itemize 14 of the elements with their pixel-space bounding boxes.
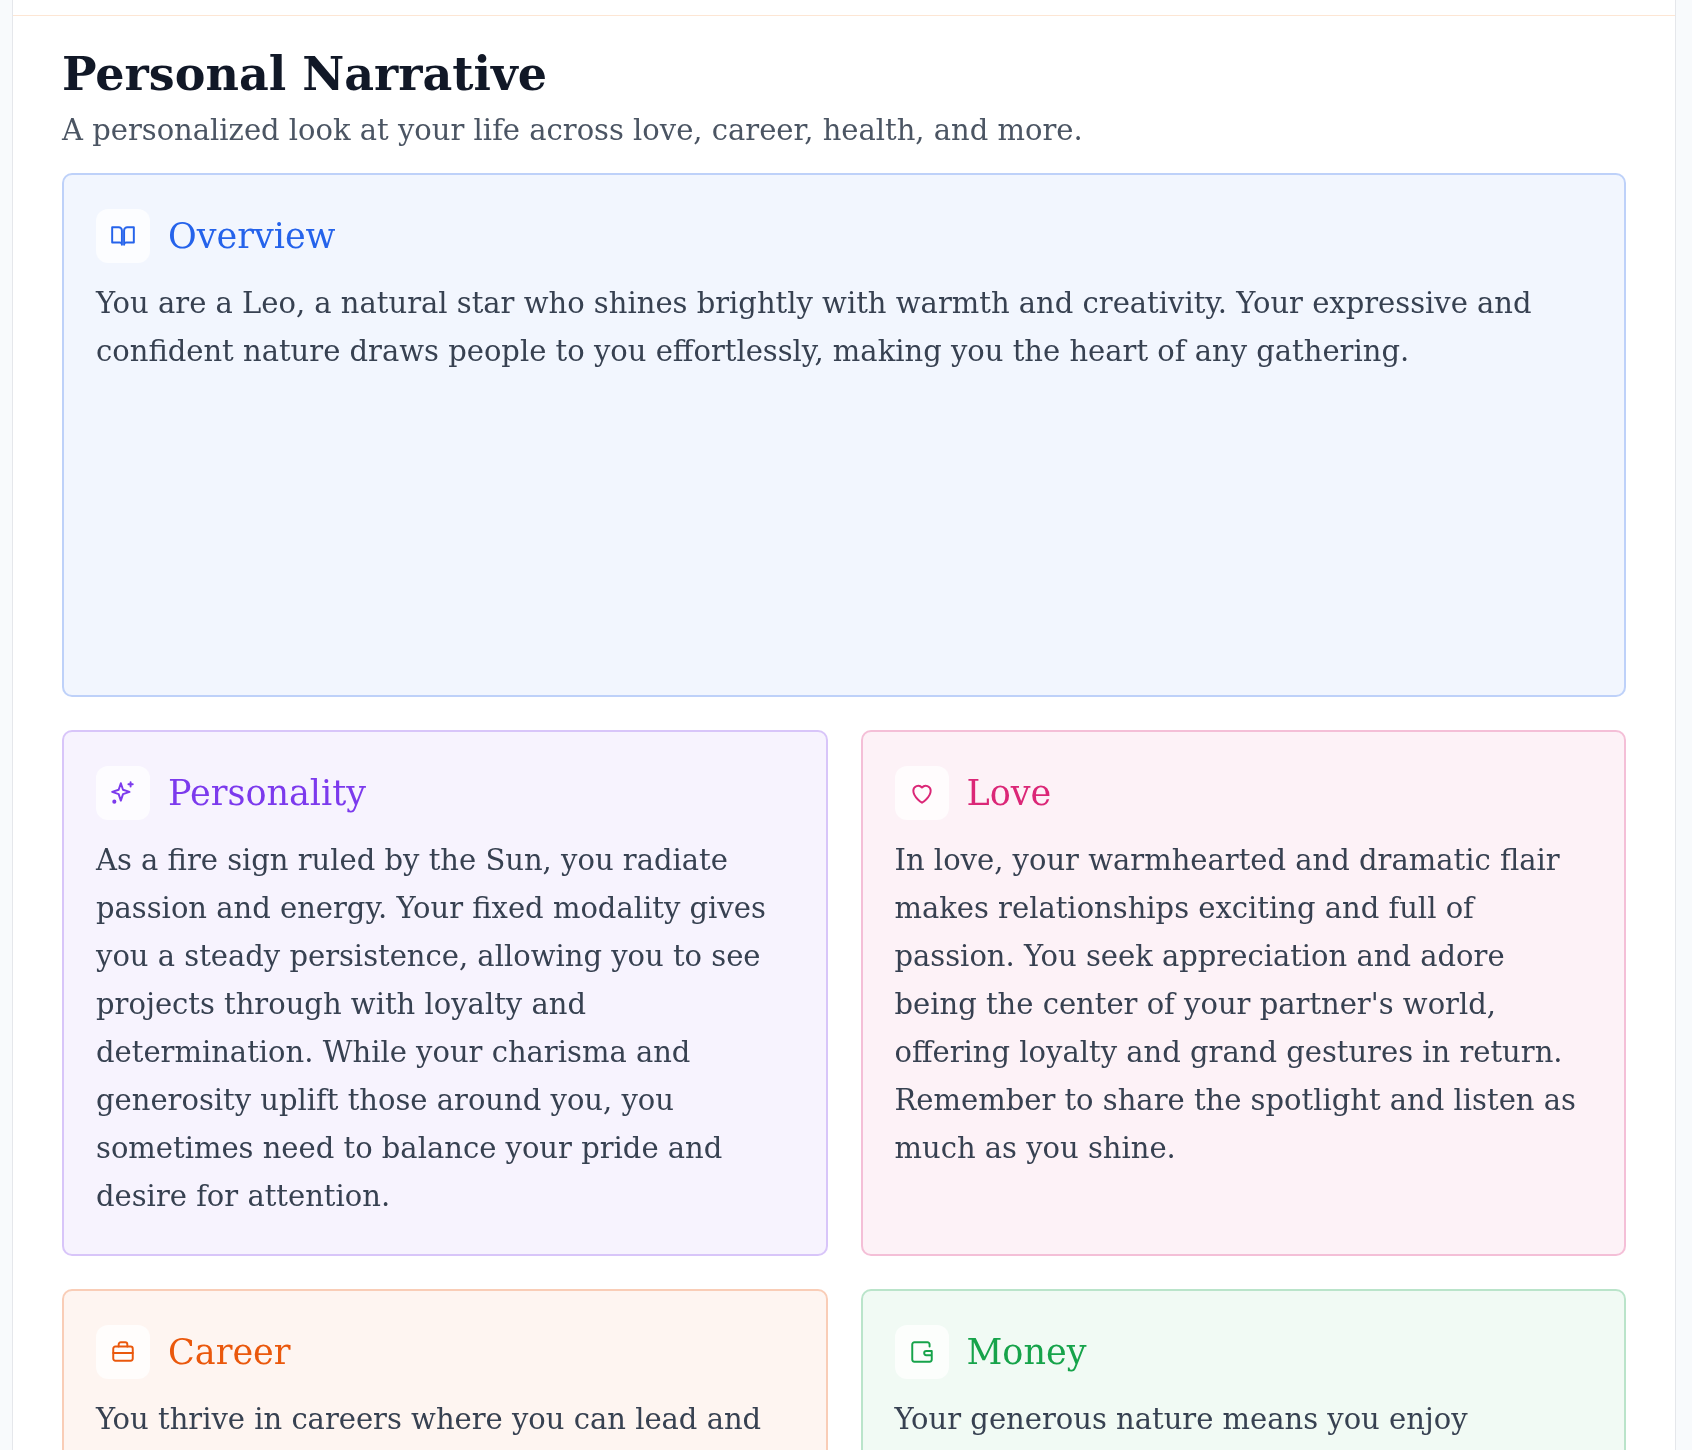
- section-text: As a fire sign ruled by the Sun, you radiate passion and energy. Your fixed modality gives you a steady persistence, allowing you to see projects through with loyalty and determination. While your charisma and generosity uplift those around you, you sometimes need to balance your pride and desire for attention.: [96, 842, 767, 1216]
- section-title: Love: [966, 772, 1052, 815]
- section-title: Money: [966, 1331, 1087, 1374]
- page-title: Personal Narrative: [62, 46, 549, 103]
- section-title: Overview: [168, 215, 336, 258]
- section-title: Career: [168, 1331, 291, 1374]
- section-text: In love, your warmhearted and dramatic flair makes relationships exciting and full of passion. You seek appreciation and adore being the center of your partner's world, offering loyalty and grand gestures in return. Remember to share the spotlight and listen as much as you shine.: [894, 842, 1577, 1168]
- section-text: Your generous nature means you enjoy: [894, 1401, 1469, 1439]
- section-title: Personality: [168, 772, 367, 815]
- wallet-icon: [908, 1339, 935, 1366]
- section-text: You are a Leo, a natural star who shines brightly with warmth and creativity. Your expressive and confident nature draws people to you effortlessly, making you the heart of any gathering.: [96, 285, 1533, 371]
- page-subtitle: A personalized look at your life across love, career, health, and more.: [62, 111, 1084, 149]
- sparkle-icon: [110, 780, 136, 807]
- section-text: You thrive in careers where you can lead and: [96, 1401, 763, 1439]
